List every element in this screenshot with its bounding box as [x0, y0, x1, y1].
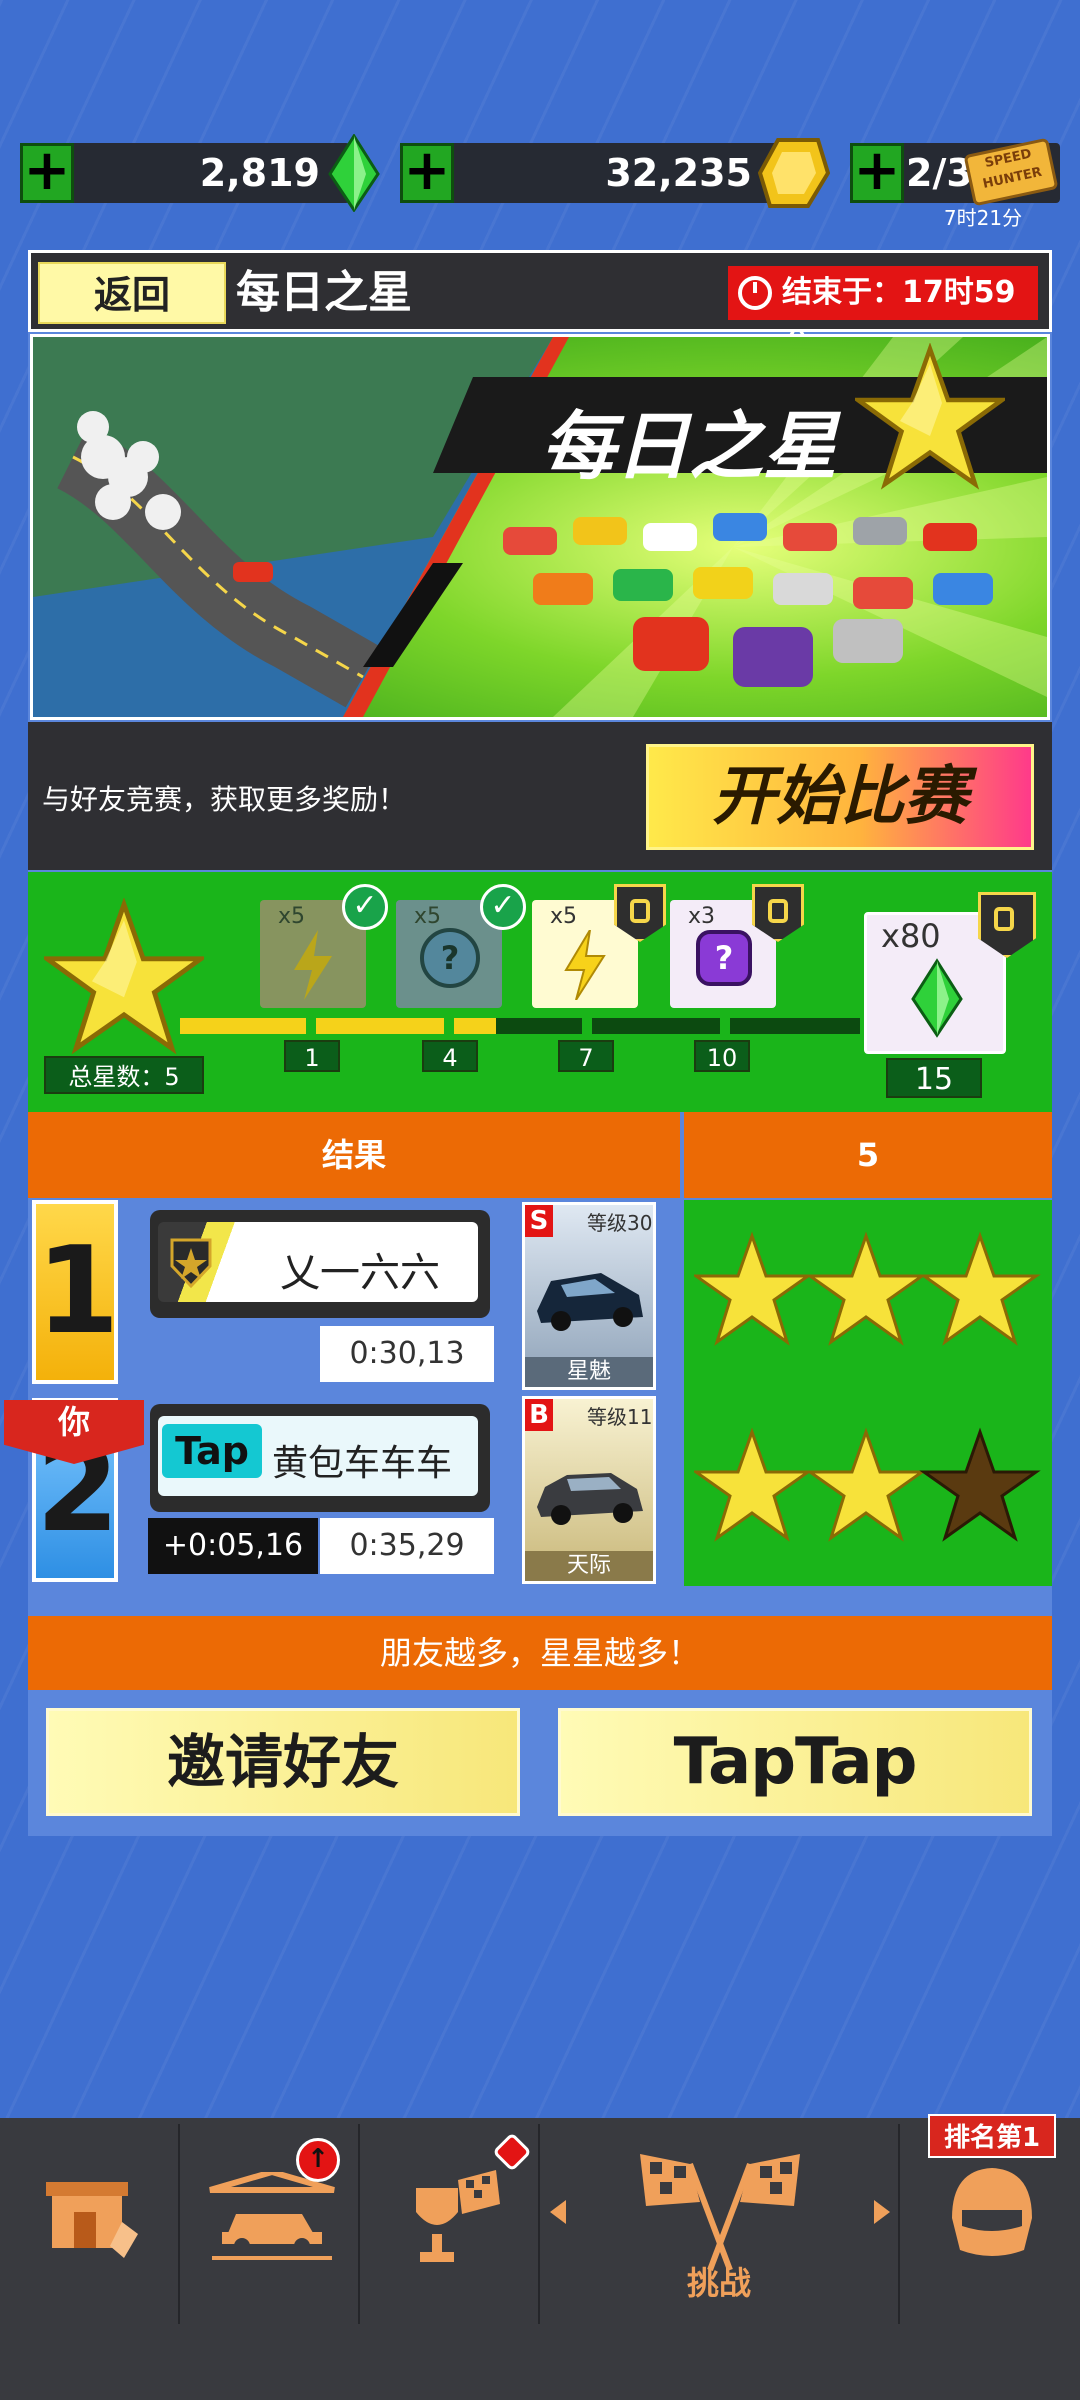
player-plate[interactable]: 乂一六六 [150, 1210, 490, 1318]
shield-star-icon [170, 1238, 212, 1289]
nav-garage[interactable]: ↑ [180, 2124, 358, 2324]
star-icon [855, 343, 1005, 490]
trophy-flag-icon [416, 2170, 500, 2262]
event-banner: 每日之星 [30, 334, 1050, 720]
mystery-token-icon: ? [420, 928, 480, 988]
claimed-check-icon: ✓ [342, 884, 388, 930]
progress-segment [496, 1018, 582, 1034]
milestone-label: 10 [694, 1040, 750, 1072]
banner-title: 每日之星 [541, 404, 837, 490]
time-delta: +0:05,16 [148, 1518, 318, 1574]
gem-icon [328, 134, 380, 212]
car-card[interactable]: B 等级11 天际 [522, 1396, 656, 1584]
results-header-label: 结果 [28, 1112, 680, 1198]
svg-text:?: ? [441, 939, 460, 977]
upgrade-alert-icon: ↑ [296, 2138, 340, 2182]
add-tickets-button[interactable]: + [850, 143, 904, 203]
clock-icon [738, 276, 772, 310]
event-timer: 结束于：17时59分 [728, 266, 1038, 364]
taptap-button[interactable]: TapTap [558, 1708, 1032, 1816]
car-icon [537, 1473, 643, 1525]
milestone-label: 7 [558, 1040, 614, 1072]
progress-segment [180, 1018, 306, 1034]
nav-store[interactable] [0, 2124, 178, 2324]
nav-profile[interactable]: 排名第1 [900, 2110, 1080, 2324]
reward-qty: x5 [550, 904, 578, 929]
ticket-timer: 7时21分 [943, 206, 1023, 230]
nav-challenge[interactable]: 挑战 [540, 2124, 898, 2324]
coins-count: 32,235 [605, 151, 752, 195]
claimed-check-icon: ✓ [480, 884, 526, 930]
car-class-badge: B [525, 1399, 553, 1431]
car-card[interactable]: S 等级30 星魅 [522, 1202, 656, 1390]
page-title: 每日之星 [236, 267, 412, 318]
car-name: 星魅 [525, 1357, 653, 1387]
player-plate[interactable]: Tap 黄包车车车 [150, 1404, 490, 1512]
car-name: 天际 [525, 1551, 653, 1581]
reward-qty: x5 [278, 904, 306, 929]
car-level: 等级30 [587, 1211, 653, 1235]
mystery-token-icon: ? [696, 930, 752, 986]
star-icon [805, 1427, 927, 1542]
stars-earned-row-2 [694, 1427, 1041, 1542]
promo-description: 与好友竞赛，获取更多奖励！ [42, 783, 407, 816]
milestone-label: 1 [284, 1040, 340, 1072]
car-icon [537, 1273, 643, 1331]
add-coins-button[interactable]: + [400, 143, 454, 203]
milestone-label: 15 [886, 1058, 982, 1098]
gems-count: 2,819 [199, 151, 320, 195]
taptap-badge: Tap [162, 1424, 262, 1478]
race-time: 0:35,29 [320, 1518, 494, 1574]
progress-segment [316, 1018, 444, 1034]
star-icon [694, 1231, 813, 1346]
friends-banner: 朋友越多，星星越多！ [28, 1616, 1052, 1690]
svg-text:?: ? [715, 939, 734, 977]
stars-earned-row-1 [694, 1231, 1041, 1346]
lightning-icon [294, 930, 332, 1000]
star-icon [44, 898, 204, 1055]
start-race-button[interactable]: 开始比赛 [646, 744, 1034, 850]
star-icon [805, 1231, 927, 1346]
race-time: 0:30,13 [320, 1326, 494, 1382]
player-name: 黄包车车车 [272, 1443, 453, 1484]
back-button[interactable]: 返回 [38, 262, 226, 324]
gem-icon [911, 958, 963, 1038]
total-stars-label: 总星数：5 [44, 1056, 204, 1094]
lightning-icon [564, 930, 606, 1000]
you-label: 你 [57, 1403, 90, 1441]
milestone-label: 4 [422, 1040, 478, 1072]
results-header-value: 5 [684, 1112, 1052, 1198]
player-name: 乂一六六 [280, 1250, 440, 1296]
coin-icon [758, 138, 830, 208]
invite-friends-button[interactable]: 邀请好友 [46, 1708, 520, 1816]
star-icon [694, 1427, 813, 1542]
star-icon [919, 1231, 1041, 1346]
store-icon [46, 2182, 138, 2258]
star-empty-icon [919, 1427, 1041, 1542]
progress-segment [730, 1018, 860, 1034]
nav-events[interactable] [360, 2124, 538, 2324]
helmet-icon [952, 2168, 1032, 2256]
tickets-count: 2/3 [906, 151, 973, 195]
progress-segment [454, 1018, 496, 1034]
nav-active-label: 挑战 [686, 2264, 751, 2302]
garage-icon [209, 2172, 335, 2260]
progress-segment [592, 1018, 720, 1034]
car-class-badge: S [525, 1205, 553, 1237]
rank-badge-label: 排名第1 [928, 2114, 1056, 2158]
rank-badge: 1 [32, 1200, 120, 1384]
checkered-flags-icon [640, 2154, 800, 2272]
car-level: 等级11 [587, 1405, 653, 1429]
chevron-right-icon[interactable] [874, 2200, 890, 2224]
add-gems-button[interactable]: + [20, 143, 74, 203]
chevron-left-icon[interactable] [550, 2200, 566, 2224]
